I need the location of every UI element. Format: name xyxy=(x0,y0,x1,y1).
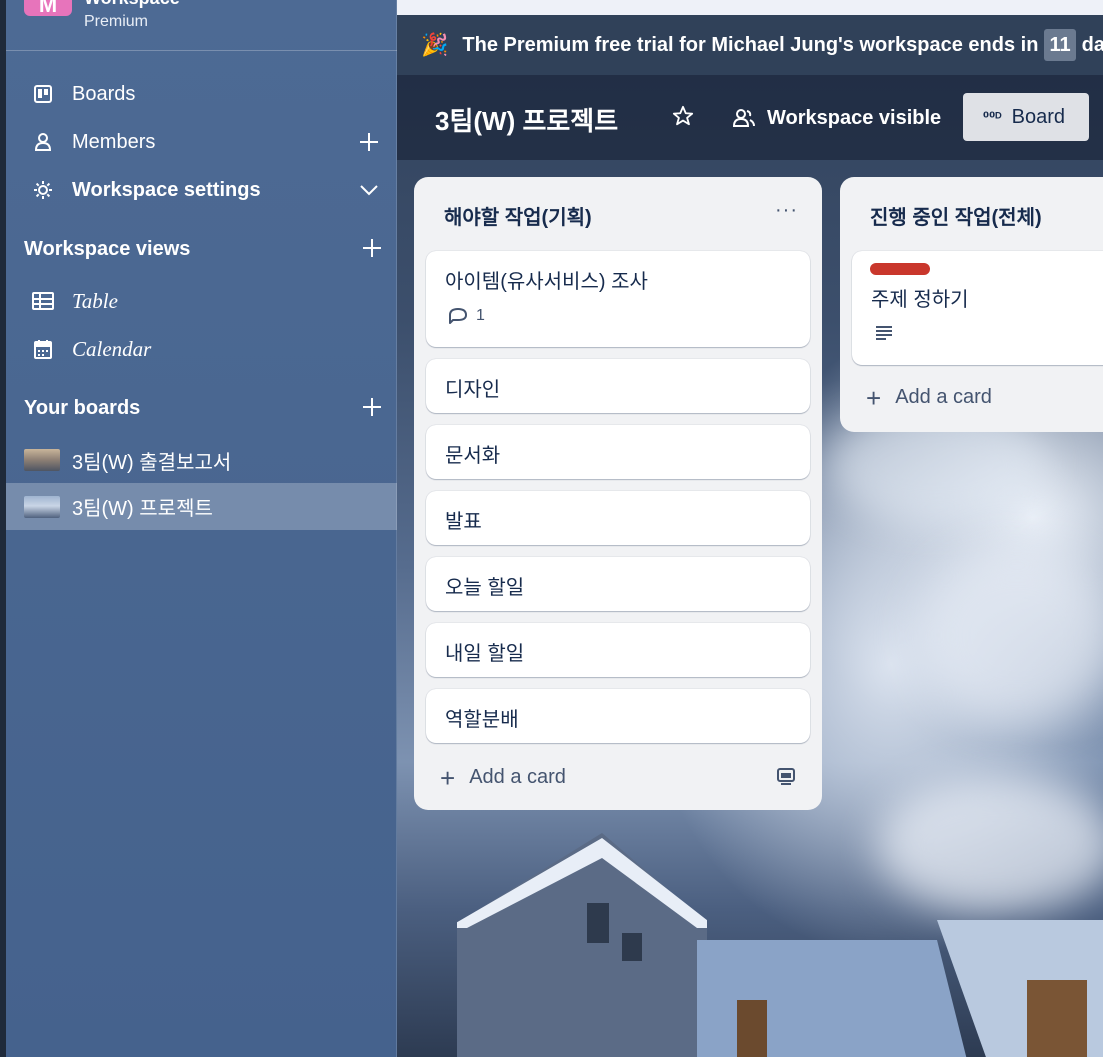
comment-icon xyxy=(449,308,467,324)
add-card-button[interactable]: + Add a card xyxy=(866,382,992,413)
board-thumbnail xyxy=(24,449,60,471)
card[interactable]: 아이템(유사서비스) 조사 1 xyxy=(426,251,810,347)
plus-icon: + xyxy=(440,762,456,793)
house-illustration xyxy=(457,833,707,1057)
card-label-red[interactable] xyxy=(870,263,930,275)
people-icon xyxy=(733,109,755,127)
sidebar-item-calendar[interactable]: Calendar xyxy=(6,326,397,372)
add-board-plus-icon[interactable] xyxy=(362,397,386,421)
sidebar-item-label: Boards xyxy=(72,82,136,105)
card-title: 주제 정하기 xyxy=(871,289,969,311)
gear-icon xyxy=(28,180,58,200)
sidebar-board-attendance[interactable]: 3팀(W) 출결보고서 xyxy=(6,437,397,483)
description-icon xyxy=(876,326,892,340)
banner-days-badge: 11 xyxy=(1044,29,1076,61)
board-link-label: 3팀(W) 프로젝트 xyxy=(72,498,213,520)
list-menu-dots-icon[interactable]: ··· xyxy=(775,199,798,222)
sidebar-item-table[interactable]: Table xyxy=(6,278,397,324)
card-title: 문서화 xyxy=(445,445,501,467)
plus-icon: + xyxy=(866,382,882,413)
board-title[interactable]: 3팀(W) 프로젝트 xyxy=(435,101,618,138)
sidebar-item-boards[interactable]: Boards xyxy=(6,71,397,117)
section-label: Workspace views xyxy=(24,238,191,260)
card-template-icon[interactable] xyxy=(776,767,796,787)
board-thumbnail xyxy=(24,495,60,518)
sidebar: M Workspace Premium Boards Members Works… xyxy=(6,0,397,1057)
calendar-icon xyxy=(28,339,58,359)
workspace-logo: M xyxy=(24,0,72,17)
workspace-views-title: Workspace views xyxy=(24,238,384,268)
your-boards-title: Your boards xyxy=(24,397,384,427)
card-title: 오늘 할일 xyxy=(445,577,525,599)
sidebar-board-project[interactable]: 3팀(W) 프로젝트 xyxy=(6,483,397,530)
card[interactable]: 내일 할일 xyxy=(426,623,810,677)
table-icon xyxy=(28,292,58,310)
party-icon: 🎉 xyxy=(421,32,449,57)
sidebar-item-label: Calendar xyxy=(72,336,152,361)
workspace-plan: Premium xyxy=(84,13,149,30)
list-title[interactable]: 진행 중인 작업(전체) xyxy=(870,201,1042,230)
card[interactable]: 발표 xyxy=(426,491,810,545)
house-roof-illustration xyxy=(697,920,1103,1057)
sidebar-item-members[interactable]: Members xyxy=(6,119,397,165)
card[interactable]: 오늘 할일 xyxy=(426,557,810,611)
card[interactable]: 문서화 xyxy=(426,425,810,479)
sidebar-item-label: Table xyxy=(72,288,118,313)
card-title: 디자인 xyxy=(445,379,501,401)
sidebar-item-label: Workspace settings xyxy=(72,178,261,201)
board-view-icon: ⁰⁰ᴰ xyxy=(983,108,1002,125)
sidebar-item-label: Members xyxy=(72,130,156,153)
top-bar xyxy=(397,0,1103,15)
comment-count: 1 xyxy=(476,307,485,324)
person-icon xyxy=(28,132,58,152)
board-view-button[interactable]: ⁰⁰ᴰ Board xyxy=(963,93,1089,141)
add-view-plus-icon[interactable] xyxy=(362,238,386,262)
card-title: 아이템(유사서비스) 조사 xyxy=(445,271,648,293)
chevron-down-icon[interactable] xyxy=(357,178,381,202)
banner-text-tail: day xyxy=(1081,33,1103,56)
card-title: 발표 xyxy=(445,511,482,533)
trial-banner: 🎉 The Premium free trial for Michael Jun… xyxy=(397,15,1103,75)
plus-icon[interactable] xyxy=(357,130,381,154)
card-title: 역할분배 xyxy=(445,709,519,731)
workspace-header[interactable]: M Workspace Premium xyxy=(6,0,397,51)
list-in-progress: 진행 중인 작업(전체) 주제 정하기 + Add a card xyxy=(840,177,1103,432)
workspace-name: Workspace xyxy=(84,0,180,9)
star-icon[interactable] xyxy=(672,105,696,129)
card[interactable]: 주제 정하기 xyxy=(852,251,1103,365)
visibility-button[interactable]: Workspace visible xyxy=(733,105,941,131)
add-card-label: Add a card xyxy=(469,766,566,788)
board-link-label: 3팀(W) 출결보고서 xyxy=(72,451,232,474)
banner-text: The Premium free trial for Michael Jung'… xyxy=(462,33,1039,56)
card[interactable]: 디자인 xyxy=(426,359,810,413)
board-main: 🎉 The Premium free trial for Michael Jun… xyxy=(397,0,1103,1057)
add-card-label: Add a card xyxy=(895,386,992,408)
board-icon xyxy=(28,84,58,104)
description-badge xyxy=(874,325,902,341)
visibility-label: Workspace visible xyxy=(767,106,942,129)
comment-badge: 1 xyxy=(448,307,485,325)
card[interactable]: 역할분배 xyxy=(426,689,810,743)
section-label: Your boards xyxy=(24,397,141,419)
board-header: 3팀(W) 프로젝트 Workspace visible ⁰⁰ᴰ Board xyxy=(397,75,1103,160)
list-title[interactable]: 해야할 작업(기획) xyxy=(444,201,592,230)
add-card-button[interactable]: + Add a card xyxy=(440,762,566,793)
board-view-label: Board xyxy=(1011,105,1066,128)
sidebar-item-workspace-settings[interactable]: Workspace settings xyxy=(6,167,397,213)
card-title: 내일 할일 xyxy=(445,643,525,665)
list-todo-planning: 해야할 작업(기획) ··· 아이템(유사서비스) 조사 1 디자인 문서화 발… xyxy=(414,177,822,810)
